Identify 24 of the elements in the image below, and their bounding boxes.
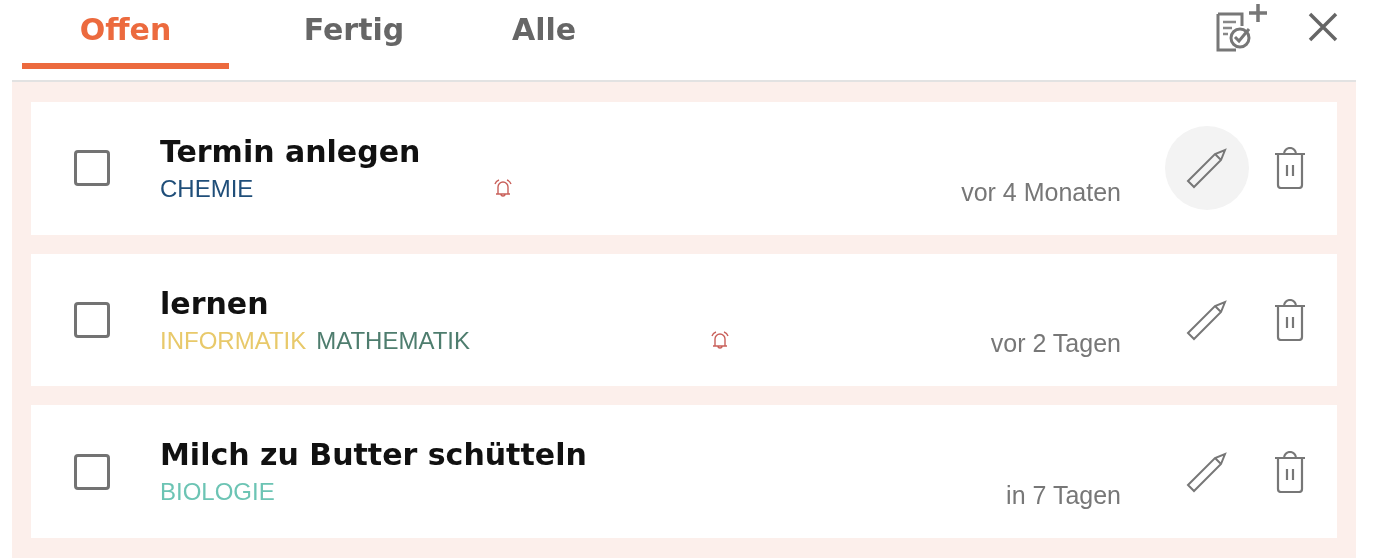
pencil-icon — [1185, 146, 1229, 191]
checkbox[interactable] — [74, 453, 110, 490]
tag-label: INFORMATIK — [160, 326, 307, 355]
due-date: in 7 Tagen — [1006, 481, 1121, 510]
tab[interactable]: Fertig — [269, 0, 439, 69]
task-title: Milch zu Butter schütteln — [160, 437, 588, 473]
pencil-icon — [1185, 298, 1229, 342]
tab[interactable]: Offen — [22, 0, 229, 69]
tag-label: CHEMIE — [160, 174, 254, 203]
checkbox[interactable] — [74, 302, 110, 338]
trash-icon[interactable] — [1273, 450, 1307, 493]
pencil-icon — [1185, 449, 1229, 494]
add-task-icon[interactable] — [1214, 2, 1270, 52]
task-title: Termin anlegen — [160, 133, 422, 169]
due-date: vor 4 Monaten — [961, 177, 1121, 207]
checkbox[interactable] — [74, 150, 110, 187]
tab[interactable]: Alle — [459, 0, 629, 69]
trash-icon[interactable] — [1273, 299, 1307, 341]
close-icon[interactable] — [1308, 12, 1338, 42]
tag-label: BIOLOGIE — [160, 478, 275, 507]
trash-icon[interactable] — [1273, 147, 1307, 190]
due-date: vor 2 Tagen — [990, 329, 1121, 359]
task-title: lernen — [160, 285, 270, 321]
tag-label: MATHEMATIK — [316, 326, 470, 355]
